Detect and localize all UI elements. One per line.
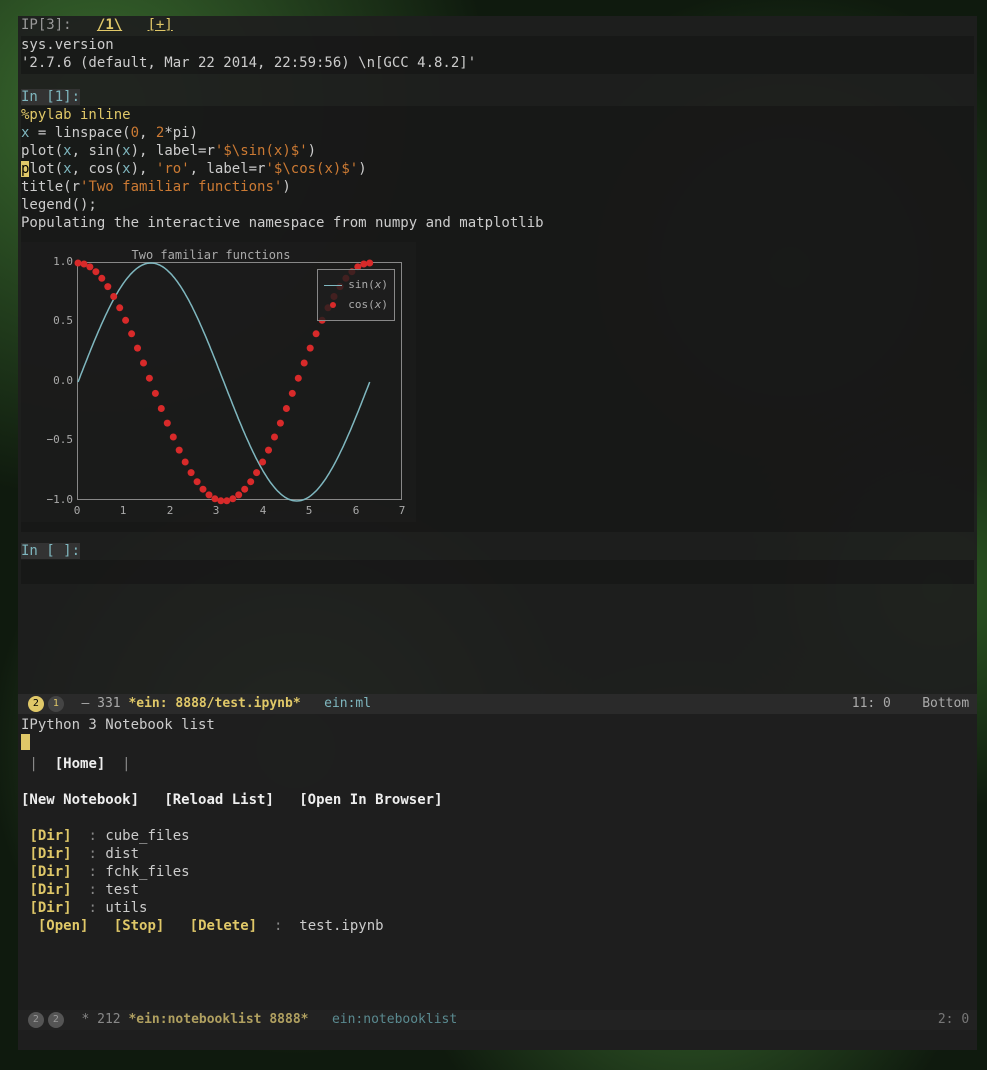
cursor-pos: 2: 0: [938, 1011, 969, 1029]
buffer-name[interactable]: *ein: 8888/test.ipynb*: [128, 695, 300, 713]
dir-entry[interactable]: [Dir] : fchk_files: [21, 863, 974, 881]
plot-axes: sin(x) cos(x): [77, 262, 402, 500]
new-notebook-button[interactable]: [New Notebook]: [21, 792, 139, 808]
minibuffer[interactable]: [18, 1030, 977, 1050]
dir-name: cube_files: [105, 828, 189, 844]
major-mode: ein:ml: [324, 695, 371, 713]
text-cursor: [21, 734, 30, 750]
output-line: Populating the interactive namespace fro…: [21, 214, 974, 232]
file-entry: [Open] [Stop] [Delete] : test.ipynb: [21, 917, 974, 935]
code-line[interactable]: plot(x, cos(x), 'ro', label=r'$\cos(x)$'…: [21, 160, 974, 178]
code-line[interactable]: x = linspace(0, 2*pi): [21, 124, 974, 142]
emacs-frame: IP[3]: /1\ [+] sys.version '2.7.6 (defau…: [18, 16, 977, 1050]
delete-file-button[interactable]: [Delete]: [190, 918, 257, 934]
dir-entry[interactable]: [Dir] : test: [21, 881, 974, 899]
dir-name: dist: [105, 846, 139, 862]
major-mode: ein:notebooklist: [332, 1011, 457, 1029]
dir-name: utils: [105, 900, 147, 916]
ytick: −0.5: [41, 431, 73, 449]
ytick: 1.0: [41, 253, 73, 271]
xtick: 6: [346, 502, 366, 520]
code-line[interactable]: %pylab inline: [21, 106, 974, 124]
dir-entry[interactable]: [Dir] : cube_files: [21, 827, 974, 845]
ytick: 0.0: [41, 372, 73, 390]
xtick: 1: [113, 502, 133, 520]
tab-add-button[interactable]: [+]: [148, 17, 173, 33]
plot-output: Two familiar functions 1.0 0.5 0.0 −0.5 …: [21, 242, 416, 522]
line-number: 331: [97, 695, 120, 713]
dir-tag: [Dir]: [29, 828, 71, 844]
badge: 2: [28, 1012, 44, 1028]
code-line[interactable]: title(r'Two familiar functions'): [21, 178, 974, 196]
output-line: sys.version: [21, 36, 974, 54]
dir-name: fchk_files: [105, 864, 189, 880]
dir-entry[interactable]: [Dir] : dist: [21, 845, 974, 863]
line-number: 212: [97, 1011, 120, 1029]
legend-swatch-dot: [324, 302, 342, 308]
legend-swatch-line: [324, 285, 342, 286]
xtick: 3: [206, 502, 226, 520]
xtick: 2: [160, 502, 180, 520]
open-in-browser-button[interactable]: [Open In Browser]: [299, 792, 442, 808]
xtick: 5: [299, 502, 319, 520]
legend-label: cos(x): [348, 296, 388, 314]
dir-tag: [Dir]: [29, 882, 71, 898]
output-line: '2.7.6 (default, Mar 22 2014, 22:59:56) …: [21, 54, 974, 72]
dir-tag: [Dir]: [29, 846, 71, 862]
dir-tag: [Dir]: [29, 864, 71, 880]
notebook-tab-bar: IP[3]: /1\ [+]: [21, 16, 974, 36]
cell-1[interactable]: In [1]: %pylab inline x = linspace(0, 2*…: [21, 88, 974, 532]
notebook-pane[interactable]: IP[3]: /1\ [+] sys.version '2.7.6 (defau…: [18, 16, 977, 694]
modeline-bottom: 2 2 * 212 *ein:notebooklist 8888* ein:no…: [18, 1010, 977, 1030]
xtick: 0: [67, 502, 87, 520]
nblist-title: IPython 3 Notebook list: [21, 716, 974, 734]
cell-2[interactable]: In [ ]:: [21, 542, 974, 584]
notebooklist-pane[interactable]: IPython 3 Notebook list | [Home] | [New …: [18, 714, 977, 1010]
xtick: 7: [392, 502, 412, 520]
cell-0-output[interactable]: sys.version '2.7.6 (default, Mar 22 2014…: [21, 36, 974, 74]
scroll-pos: Bottom: [922, 695, 969, 713]
code-line[interactable]: legend();: [21, 196, 974, 214]
modeline-top: 2 1 — 331 *ein: 8888/test.ipynb* ein:ml …: [18, 694, 977, 714]
cursor-pos: 11: 0: [852, 695, 891, 713]
legend-label: sin(x): [348, 276, 388, 294]
badge: 2: [48, 1012, 64, 1028]
badge: 1: [48, 696, 64, 712]
badge: 2: [28, 696, 44, 712]
stop-file-button[interactable]: [Stop]: [114, 918, 165, 934]
buffer-name[interactable]: *ein:notebooklist 8888*: [128, 1011, 308, 1029]
ip-prefix: IP[3]:: [21, 17, 72, 33]
open-file-button[interactable]: [Open]: [38, 918, 89, 934]
file-name: test.ipynb: [299, 918, 383, 934]
nblist-home-link[interactable]: [Home]: [55, 756, 106, 772]
cell-prompt: In [ ]:: [21, 543, 80, 559]
dir-entry[interactable]: [Dir] : utils: [21, 899, 974, 917]
ytick: 0.5: [41, 312, 73, 330]
dir-name: test: [105, 882, 139, 898]
legend: sin(x) cos(x): [317, 269, 395, 321]
xtick: 4: [253, 502, 273, 520]
dir-tag: [Dir]: [29, 900, 71, 916]
tab-active[interactable]: /1\: [97, 17, 122, 33]
code-line[interactable]: plot(x, sin(x), label=r'$\sin(x)$'): [21, 142, 974, 160]
reload-list-button[interactable]: [Reload List]: [164, 792, 274, 808]
cell-prompt: In [1]:: [21, 89, 80, 105]
